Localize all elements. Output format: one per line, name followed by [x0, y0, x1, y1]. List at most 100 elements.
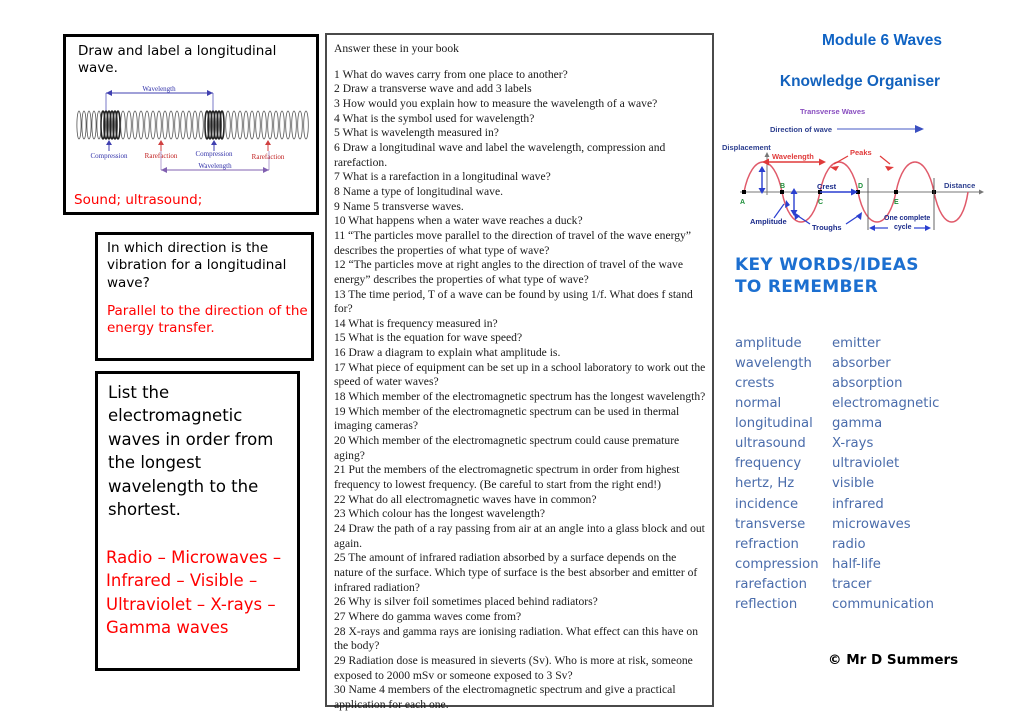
keyword-row: hertz, Hz visible [735, 474, 995, 494]
keyword-row: refraction radio [735, 535, 995, 555]
keywords-title-line1: KEY WORDS/IDEAS [735, 255, 919, 275]
svg-text:B: B [780, 183, 785, 190]
svg-text:Compression: Compression [91, 152, 128, 160]
svg-text:Amplitude: Amplitude [750, 217, 787, 226]
question-item: 19 Which member of the electromagnetic s… [334, 404, 680, 433]
keyword: visible [832, 476, 875, 492]
keyword-row: longitudinal gamma [735, 414, 995, 434]
keyword: frequency [735, 456, 802, 472]
question-item: 13 The time period, T of a wave can be f… [334, 287, 693, 316]
question-item: 15 What is the equation for wave speed? [334, 331, 523, 345]
questions-list: 1 What do waves carry from one place to … [334, 68, 706, 713]
question-item: 30 Name 4 members of the electromagnetic… [334, 683, 676, 711]
svg-text:Peaks: Peaks [850, 148, 872, 157]
question-item: 26 Why is silver foil sometimes placed b… [334, 595, 598, 609]
keyword: rarefaction [735, 576, 807, 592]
flashcard-longitudinal-wave: Draw and label a longitudinal wave. Wave… [63, 34, 319, 215]
keyword: longitudinal [735, 416, 813, 432]
question-item: 27 Where do gamma waves come from? [334, 609, 522, 623]
keyword: crests [735, 376, 775, 392]
keyword-row: amplitude emitter [735, 334, 995, 354]
keyword: radio [832, 536, 866, 552]
keyword: refraction [735, 536, 799, 552]
keyword: emitter [832, 336, 881, 351]
svg-text:Wavelength: Wavelength [772, 152, 814, 161]
flashcard-answer: Sound; ultrasound; [74, 192, 203, 208]
question-item: 12 “The particles move at right angles t… [334, 258, 683, 286]
keyword: absorber [832, 356, 891, 372]
keywords-title: KEY WORDS/IDEAS TO REMEMBER [735, 255, 985, 299]
keyword-row: rarefaction tracer [735, 575, 995, 595]
keyword-row: transverse microwaves [735, 515, 995, 535]
copyright-notice: © Mr D Summers [828, 652, 959, 668]
svg-text:Wavelength: Wavelength [142, 85, 176, 93]
keyword: incidence [735, 496, 799, 512]
keyword: microwaves [832, 516, 911, 532]
question-item: 5 What is wavelength measured in? [334, 126, 499, 140]
svg-text:E: E [894, 199, 899, 206]
keyword: gamma [832, 416, 883, 432]
question-item: 16 Draw a diagram to explain what amplit… [334, 346, 561, 360]
question-item: 8 Name a type of longitudinal wave. [334, 184, 504, 198]
svg-text:Displacement: Displacement [722, 143, 771, 152]
svg-text:Transverse Waves: Transverse Waves [800, 107, 865, 116]
flashcard-answer: Radio – Microwaves – Infrared – Visible … [106, 548, 282, 638]
question-item: 4 What is the symbol used for wavelength… [334, 111, 535, 125]
svg-text:Troughs: Troughs [812, 223, 842, 232]
flashcard-vibration-direction: In which direction is the vibration for … [95, 232, 314, 361]
transverse-wave-diagram: Transverse Waves Direction of wave Displ… [722, 107, 984, 232]
question-item: 14 What is frequency measured in? [334, 316, 498, 330]
longitudinal-wave-diagram: Wavelength Compression Rarefaction Compr… [76, 85, 309, 173]
page-title-line2: Knowledge Organiser [779, 73, 941, 90]
question-item: 23 Which colour has the longest waveleng… [334, 507, 545, 521]
flashcard-question: List the electromagnetic waves in order … [108, 383, 274, 520]
question-item: 6 Draw a longitudinal wave and label the… [334, 140, 666, 169]
question-item: 9 Name 5 transverse waves. [334, 199, 464, 213]
svg-text:Wavelength: Wavelength [198, 162, 232, 170]
svg-text:D: D [858, 183, 863, 190]
flashcard-question: In which direction is the vibration for … [107, 240, 287, 291]
question-item: 18 Which member of the electromagnetic s… [334, 390, 706, 404]
keyword: wavelength [735, 356, 812, 372]
keyword: amplitude [735, 336, 802, 351]
svg-text:cycle: cycle [894, 224, 912, 231]
keyword: X-rays [832, 436, 874, 452]
svg-text:A: A [740, 199, 745, 206]
keyword: infrared [832, 496, 884, 512]
question-item: 3 How would you explain how to measure t… [334, 96, 658, 110]
keyword: ultrasound [735, 436, 806, 452]
svg-text:Rarefaction: Rarefaction [252, 153, 285, 161]
question-item: 29 Radiation dose is measured in sievert… [334, 653, 693, 682]
flashcard-question: Draw and label a longitudinal wave. [78, 43, 277, 77]
keyword: reflection [735, 596, 798, 612]
questions-panel: Answer these in your book 1 What do wave… [325, 33, 714, 711]
keyword: normal [735, 396, 782, 412]
keywords-list: amplitude emitter wavelength absorber crests… [735, 334, 995, 615]
keyword-row: frequency ultraviolet [735, 454, 995, 474]
page-title-line1: Module 6 Waves [821, 32, 942, 49]
keyword: absorption [832, 376, 903, 392]
keyword: hertz, Hz [735, 476, 795, 492]
keyword-row: reflection communication [735, 595, 995, 615]
keyword: compression [735, 556, 819, 572]
keyword: half-life [832, 556, 881, 572]
question-item: 2 Draw a transverse wave and add 3 label… [334, 82, 532, 96]
question-item: 22 What do all electromagnetic waves hav… [334, 492, 597, 506]
question-item: 25 The amount of infrared radiation abso… [334, 551, 698, 594]
keyword-row: incidence infrared [735, 495, 995, 515]
svg-text:Crest: Crest [817, 182, 837, 191]
keyword-row: normal electromagnetic [735, 394, 995, 414]
flashcard-answer: Parallel to the direction of the energy … [107, 303, 308, 337]
keyword-row: crests absorption [735, 374, 995, 394]
svg-text:C: C [818, 199, 823, 206]
keyword-row: ultrasound X-rays [735, 434, 995, 454]
svg-text:Compression: Compression [196, 150, 233, 158]
question-item: 7 What is a rarefaction in a longitudina… [334, 170, 551, 184]
question-item: 17 What piece of equipment can be set up… [334, 360, 706, 389]
question-item: 20 Which member of the electromagnetic s… [334, 434, 680, 462]
svg-text:Distance: Distance [944, 181, 975, 190]
questions-heading: Answer these in your book [334, 42, 459, 55]
question-item: 28 X-rays and gamma rays are ionising ra… [334, 624, 699, 653]
question-item: 11 “The particles move parallel to the d… [334, 228, 691, 257]
question-item: 24 Draw the path of a ray passing from a… [334, 522, 705, 550]
